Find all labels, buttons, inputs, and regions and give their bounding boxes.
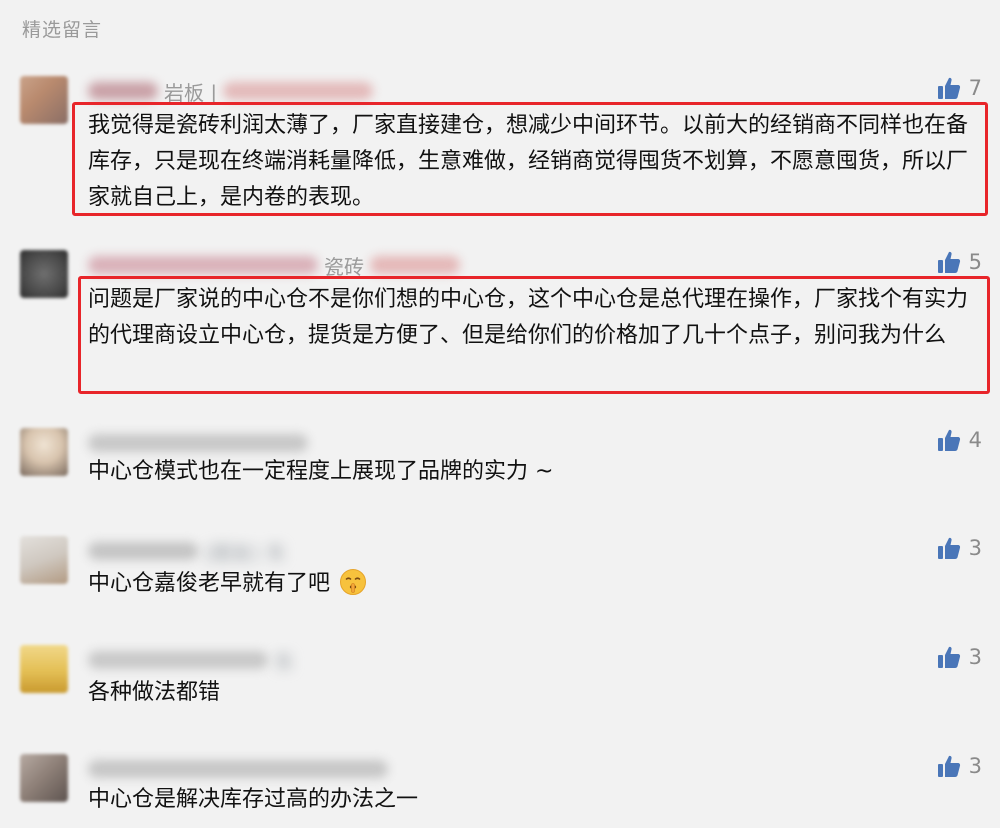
comment-item: 3 中心仓是解决库存过高的办法之一 — [0, 754, 1000, 824]
like-button[interactable]: 7 — [937, 76, 982, 100]
comment-nickname — [88, 756, 388, 782]
comment-text-content: 中心仓嘉俊老早就有了吧 — [88, 571, 331, 596]
comment-nickname: 岩板 | — [88, 78, 374, 105]
avatar[interactable] — [20, 428, 68, 476]
like-button[interactable]: 4 — [937, 428, 982, 452]
section-title: 精选留言 — [22, 19, 103, 41]
like-count: 4 — [968, 428, 982, 452]
like-button[interactable]: 3 — [937, 754, 982, 778]
comment-nickname: 东 — [88, 647, 294, 674]
comment-item: (朋友) 东 3 中心仓嘉俊老早就有了吧 — [0, 536, 1000, 606]
avatar[interactable] — [20, 645, 68, 693]
like-count: 3 — [968, 645, 982, 669]
thumbs-up-icon — [937, 646, 960, 668]
like-count: 3 — [968, 754, 982, 778]
comment-nickname — [88, 430, 314, 456]
thumbs-up-icon — [937, 77, 960, 99]
thumbs-up-icon — [937, 755, 960, 777]
avatar[interactable] — [20, 250, 68, 298]
comment-text: 中心仓是解决库存过高的办法之一 — [88, 787, 419, 812]
nickname-visible-text: (朋友) 东 — [204, 540, 286, 565]
shushing-face-emoji — [340, 569, 367, 595]
comment-text: 我觉得是瓷砖利润太薄了，厂家直接建仓，想减少中间环节。以前大的经销商不同样也在备… — [88, 113, 969, 210]
like-button[interactable]: 3 — [937, 645, 982, 669]
comment-text: 各种做法都错 — [88, 680, 221, 705]
comment-text: 中心仓模式也在一定程度上展现了品牌的实力 ~ — [88, 459, 554, 484]
comment-item: 岩板 | 7 我觉得是瓷砖利润太薄了，厂家直接建仓，想减少中间环节。以前大的经销… — [0, 76, 1000, 216]
thumbs-up-icon — [937, 429, 960, 451]
like-count: 5 — [968, 250, 982, 274]
thumbs-up-icon — [937, 537, 960, 559]
like-button[interactable]: 3 — [937, 536, 982, 560]
like-count: 3 — [968, 536, 982, 560]
like-button[interactable]: 5 — [937, 250, 982, 274]
comment-item: 东 3 各种做法都错 — [0, 645, 1000, 715]
comment-nickname: 瓷砖 — [88, 252, 460, 279]
avatar[interactable] — [20, 536, 68, 584]
like-count: 7 — [968, 76, 982, 100]
comment-text: 中心仓嘉俊老早就有了吧 — [88, 566, 978, 602]
comment-nickname: (朋友) 东 — [88, 538, 286, 565]
comment-text: 问题是厂家说的中心仓不是你们想的中心仓，这个中心仓是总代理在操作，厂家找个有实力… — [88, 287, 969, 348]
avatar[interactable] — [20, 76, 68, 124]
comment-item: 瓷砖 5 问题是厂家说的中心仓不是你们想的中心仓，这个中心仓是总代理在操作，厂家… — [0, 250, 1000, 394]
nickname-visible-text: 东 — [274, 649, 294, 674]
avatar[interactable] — [20, 754, 68, 802]
thumbs-up-icon — [937, 251, 960, 273]
comment-item: 4 中心仓模式也在一定程度上展现了品牌的实力 ~ — [0, 428, 1000, 498]
